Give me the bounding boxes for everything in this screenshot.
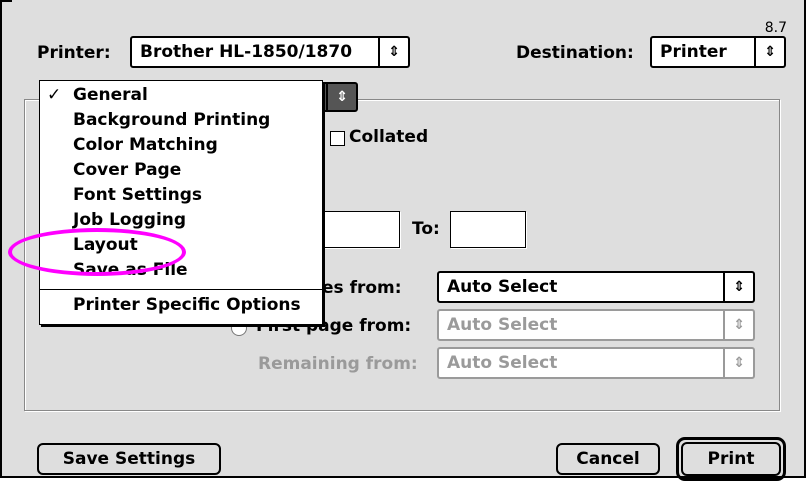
destination-popup[interactable]: Printer ⇕ [650,36,786,68]
updown-arrows-icon: ⇕ [723,311,753,339]
collated-label: Collated [349,127,429,147]
remaining-value: Auto Select [447,353,558,373]
remaining-popup[interactable]: Auto Select ⇕ [437,347,755,379]
pages-to-field[interactable] [450,211,526,248]
version-label: 8.7 [764,20,787,36]
printer-popup[interactable]: Brother HL-1850/1870 ⇕ [130,36,410,68]
window-edge [0,0,12,2]
paper-source-popup[interactable]: Auto Select ⇕ [437,271,755,303]
menu-separator [40,289,322,290]
pages-from-field[interactable] [322,211,400,248]
menu-item-cover-page[interactable]: Cover Page [73,160,181,180]
menu-item-background-printing[interactable]: Background Printing [73,110,270,130]
paper-source-label: es from: [322,278,402,298]
updown-arrows-icon: ⇕ [754,38,784,66]
menu-item-font-settings[interactable]: Font Settings [73,185,202,205]
printer-popup-value: Brother HL-1850/1870 [140,42,353,62]
destination-popup-value: Printer [660,42,727,62]
print-button[interactable]: Print [681,442,781,476]
checkmark-icon: ✓ [47,85,62,105]
destination-label: Destination: [516,43,634,63]
updown-arrows-icon: ⇕ [723,273,753,301]
layout-highlight-ellipse [8,228,186,276]
updown-arrows-icon: ⇕ [326,84,356,110]
cancel-button[interactable]: Cancel [556,443,660,475]
printer-label: Printer: [37,43,111,63]
save-settings-button[interactable]: Save Settings [37,443,221,475]
menu-item-job-logging[interactable]: Job Logging [73,210,186,230]
panel-menu: ✓ General Background Printing Color Matc… [39,80,323,325]
to-label: To: [412,219,440,239]
remaining-label: Remaining from: [258,354,418,374]
menu-item-printer-specific-options[interactable]: Printer Specific Options [73,295,301,315]
first-page-popup[interactable]: Auto Select ⇕ [437,309,755,341]
collated-checkbox[interactable] [330,131,345,146]
menu-item-color-matching[interactable]: Color Matching [73,135,218,155]
menu-item-general[interactable]: General [73,85,148,105]
updown-arrows-icon: ⇕ [723,349,753,377]
paper-source-value: Auto Select [447,277,558,297]
updown-arrows-icon: ⇕ [378,38,408,66]
first-page-value: Auto Select [447,315,558,335]
